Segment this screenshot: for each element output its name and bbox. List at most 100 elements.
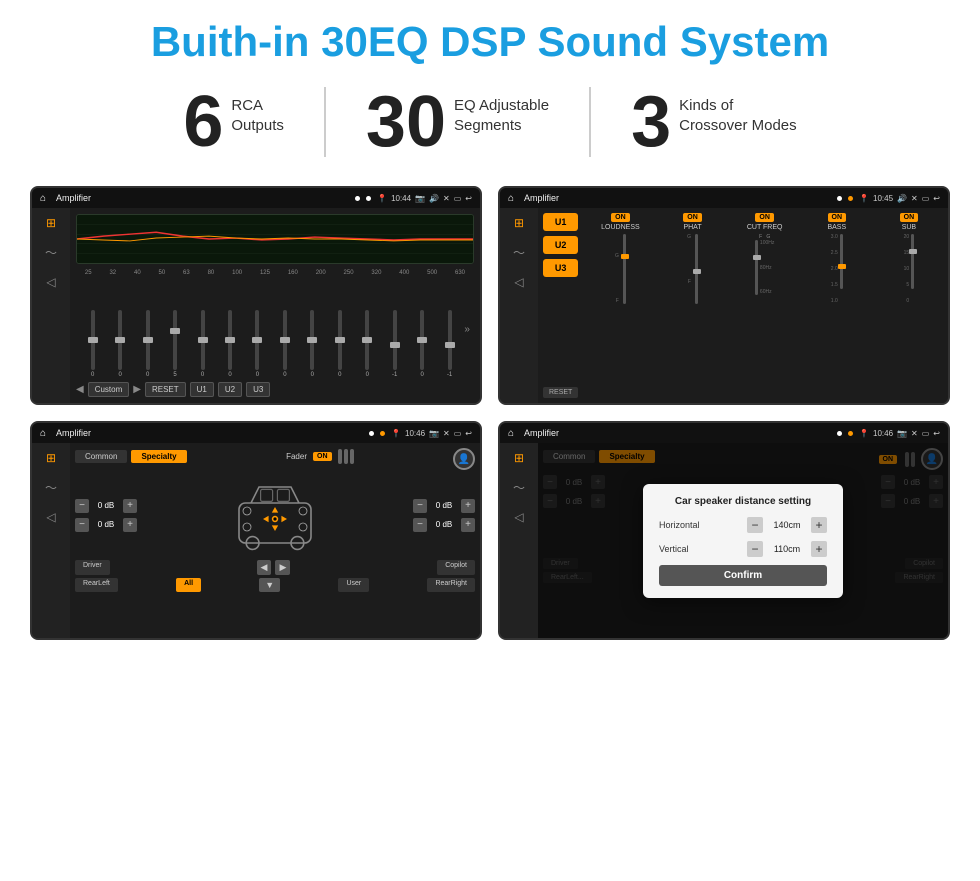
more-icon[interactable]: » [464,324,470,335]
tab-specialty[interactable]: Specialty [131,450,186,463]
stat-eq: 30 EQ AdjustableSegments [326,86,589,158]
sub-on[interactable]: ON [900,213,919,222]
bass-slider[interactable] [840,234,843,289]
db-value-2: 0 dB [92,520,120,529]
eq-icon-2[interactable]: ⊞ [514,216,524,230]
fader-row: Fader ON [286,449,353,464]
preset-u1[interactable]: U1 [543,213,578,231]
fader-slider-1[interactable] [338,449,342,464]
horizontal-minus-btn[interactable]: − [747,517,763,533]
dialog-time: 10:46 [873,429,893,438]
crossover-right-icons: 📍 10:46 📷 ✕ ▭ ↩ [391,429,472,438]
reset-btn-eq[interactable]: RESET [145,382,186,397]
next-arrow[interactable]: ▶ [133,384,141,395]
fader-slider-3[interactable] [350,449,354,464]
fader-slider-2[interactable] [344,449,348,464]
loudness-label: LOUDNESS [601,224,640,231]
speaker-icon-4[interactable]: ◁ [514,510,523,524]
crossover-tabs: Common Specialty [75,450,187,463]
home-icon-3: ⌂ [40,428,46,439]
slider-track-5[interactable] [201,310,205,370]
slider-track-6[interactable] [228,310,232,370]
wave-icon-3[interactable]: 〜 [45,479,57,496]
slider-track-1[interactable] [91,310,95,370]
eq-title: Amplifier [56,193,349,203]
slider-track-14[interactable] [448,310,452,370]
wave-icon-4[interactable]: 〜 [513,479,525,496]
loudness-on[interactable]: ON [611,213,630,222]
horizontal-plus-btn[interactable]: + [811,517,827,533]
slider-track-10[interactable] [338,310,342,370]
confirm-button[interactable]: Confirm [659,565,827,586]
phat-slider[interactable] [695,234,698,304]
sub-label: SUB [902,224,916,231]
phat-control: ON PHAT G F [658,213,726,398]
driver-btn[interactable]: Driver [75,560,110,575]
left-arrow-btn[interactable]: ◀ [257,560,272,575]
sub-slider[interactable] [911,234,914,289]
slider-track-3[interactable] [146,310,150,370]
speaker-icon-3[interactable]: ◁ [46,510,55,524]
tab-common[interactable]: Common [75,450,127,463]
db-minus-3[interactable]: − [413,499,427,513]
slider-track-11[interactable] [365,310,369,370]
custom-btn[interactable]: Custom [88,382,130,397]
eq-icon-3[interactable]: ⊞ [46,451,56,465]
eq-bottom: ◀ Custom ▶ RESET U1 U2 U3 [76,382,474,397]
db-minus-2[interactable]: − [75,518,89,532]
cutfreq-freq-labels: 100Hz 80Hz 60Hz [760,240,774,295]
bass-on[interactable]: ON [828,213,847,222]
copilot-btn[interactable]: Copilot [437,560,475,575]
all-btn[interactable]: All [176,578,201,592]
vertical-minus-btn[interactable]: − [747,541,763,557]
db-plus-1[interactable]: + [123,499,137,513]
u3-btn-eq[interactable]: U3 [246,382,270,397]
preset-u2[interactable]: U2 [543,236,578,254]
db-plus-2[interactable]: + [123,518,137,532]
phat-on[interactable]: ON [683,213,702,222]
rearright-btn[interactable]: RearRight [427,578,475,592]
dialog-vertical-control: − 110cm + [747,541,827,557]
db-minus-4[interactable]: − [413,518,427,532]
preset-u3[interactable]: U3 [543,259,578,277]
slider-col-9: 0 [300,310,325,378]
profile-icon[interactable]: 👤 [453,448,475,470]
vertical-plus-btn[interactable]: + [811,541,827,557]
slider-track-13[interactable] [420,310,424,370]
speaker-icon[interactable]: ◁ [46,275,55,289]
u1-btn-eq[interactable]: U1 [190,382,214,397]
cutfreq-on[interactable]: ON [755,213,774,222]
eq-icon[interactable]: ⊞ [46,216,56,230]
eq-content: ⊞ 〜 ◁ [32,208,480,403]
loudness-slider[interactable] [623,234,626,304]
right-arrow-btn[interactable]: ▶ [275,560,290,575]
db-plus-3[interactable]: + [461,499,475,513]
slider-track-4[interactable] [173,310,177,370]
eq-right-icons: 📍 10:44 📷 🔊 ✕ ▭ ↩ [377,194,472,203]
slider-track-7[interactable] [255,310,259,370]
slider-track-9[interactable] [310,310,314,370]
dialog-status-bar: ⌂ Amplifier 📍 10:46 📷 ✕ ▭ ↩ [500,423,948,443]
slider-track-8[interactable] [283,310,287,370]
db-value-4: 0 dB [430,520,458,529]
eq-icon-4[interactable]: ⊞ [514,451,524,465]
wave-icon[interactable]: 〜 [45,244,57,261]
fader-on[interactable]: ON [313,452,332,461]
cutfreq-slider1[interactable] [755,240,758,295]
slider-track-12[interactable] [393,310,397,370]
slider-track-2[interactable] [118,310,122,370]
u2-btn-eq[interactable]: U2 [218,382,242,397]
db-plus-4[interactable]: + [461,518,475,532]
crossover-main: Common Specialty Fader ON 👤 [70,443,480,638]
down-arrow-btn[interactable]: ▼ [259,578,280,592]
rearleft-btn[interactable]: RearLeft [75,578,118,592]
prev-arrow[interactable]: ◀ [76,384,84,395]
status-dot-3 [837,196,842,201]
wave-icon-2[interactable]: 〜 [513,244,525,261]
speaker-icon-2[interactable]: ◁ [514,275,523,289]
amp-main: U1 U2 U3 RESET ON LOUDNESS [538,208,948,403]
reset-btn-amp[interactable]: RESET [543,387,578,398]
user-btn[interactable]: User [338,578,369,592]
db-minus-1[interactable]: − [75,499,89,513]
fader-sliders [338,449,354,464]
